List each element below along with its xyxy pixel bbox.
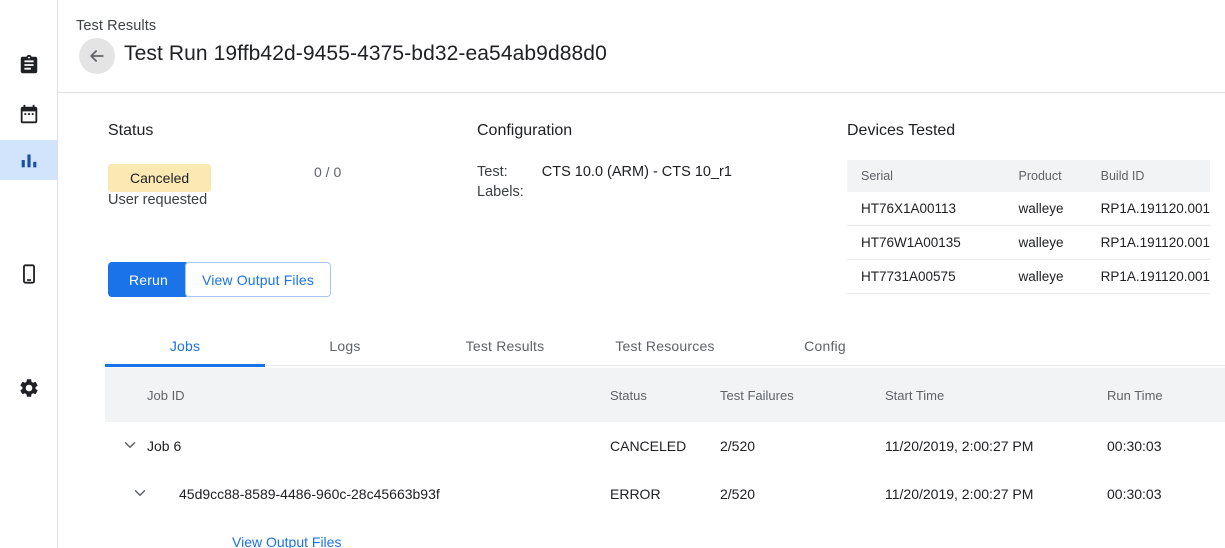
- device-build: RP1A.191120.001: [1087, 192, 1210, 226]
- view-output-files-link[interactable]: View Output Files: [232, 534, 341, 548]
- tab-test-resources[interactable]: Test Resources: [585, 330, 745, 363]
- table-row: HT76X1A00113 walleye RP1A.191120.001: [847, 192, 1210, 226]
- device-serial: HT76X1A00113: [847, 192, 1005, 226]
- device-serial: HT76W1A00135: [847, 226, 1005, 260]
- job-status: CANCELED: [610, 422, 720, 470]
- status-counter: 0 / 0: [314, 164, 341, 180]
- job-attempt-id: 45d9cc88-8589-4486-960c-28c45663b93f: [147, 470, 610, 518]
- job-start-time: 11/20/2019, 2:00:27 PM: [885, 470, 1107, 518]
- bar-chart-icon: [18, 149, 40, 171]
- devices-col-product: Product: [1005, 160, 1087, 192]
- config-key-labels: Labels:: [477, 184, 524, 200]
- view-output-files-button[interactable]: View Output Files: [185, 262, 331, 297]
- tab-config[interactable]: Config: [745, 330, 905, 363]
- jobs-col-job-id: Job ID: [147, 368, 610, 422]
- config-value-labels: [542, 184, 732, 200]
- sidebar: [0, 0, 58, 548]
- config-value-test: CTS 10.0 (ARM) - CTS 10_r1: [542, 164, 732, 180]
- table-row: HT7731A00575 walleye RP1A.191120.001: [847, 260, 1210, 294]
- empty-cell: [610, 518, 720, 548]
- arrow-left-icon: [87, 46, 107, 66]
- main-content: Test Results Test Run 19ffb42d-9455-4375…: [58, 0, 1225, 548]
- device-build: RP1A.191120.001: [1087, 226, 1210, 260]
- configuration-list: Test: CTS 10.0 (ARM) - CTS 10_r1 Labels:: [477, 164, 732, 200]
- job-run-time: 00:30:03: [1107, 470, 1225, 518]
- tab-bar: Jobs Logs Test Results Test Resources Co…: [105, 330, 1225, 363]
- empty-cell: [720, 518, 885, 548]
- device-product: walleye: [1005, 226, 1087, 260]
- empty-cell: [885, 518, 1107, 548]
- sidebar-item-schedules[interactable]: [0, 95, 57, 135]
- expand-toggle-job-6[interactable]: [105, 422, 147, 470]
- devices-col-build: Build ID: [1087, 160, 1210, 192]
- page-header: Test Results Test Run 19ffb42d-9455-4375…: [58, 0, 1225, 93]
- jobs-col-expand-spacer: [105, 368, 147, 422]
- status-detail-text: User requested: [108, 192, 207, 208]
- job-failures: 2/520: [720, 422, 885, 470]
- tab-logs[interactable]: Logs: [265, 330, 425, 363]
- job-failures: 2/520: [720, 470, 885, 518]
- expand-toggle-attempt[interactable]: [105, 470, 147, 518]
- sidebar-item-devices[interactable]: [0, 254, 57, 294]
- job-status: ERROR: [610, 470, 720, 518]
- status-badge: Canceled: [108, 164, 211, 192]
- job-id: Job 6: [147, 422, 610, 470]
- device-product: walleye: [1005, 260, 1087, 294]
- job-run-time: 00:30:03: [1107, 422, 1225, 470]
- sidebar-item-settings[interactable]: [0, 368, 57, 408]
- jobs-table-header-row: Job ID Status Test Failures Start Time R…: [105, 368, 1225, 422]
- empty-cell: [105, 518, 147, 548]
- tabs-divider: [105, 365, 1225, 366]
- tab-test-results[interactable]: Test Results: [425, 330, 585, 363]
- job-start-time: 11/20/2019, 2:00:27 PM: [885, 422, 1107, 470]
- devices-section-title: Devices Tested: [847, 122, 955, 140]
- clipboard-icon: [18, 54, 40, 76]
- breadcrumb: Test Results: [76, 18, 156, 34]
- sidebar-item-test-results[interactable]: [0, 140, 57, 180]
- table-row: View Output Files: [105, 518, 1225, 548]
- status-section-title: Status: [108, 122, 153, 140]
- table-row: HT76W1A00135 walleye RP1A.191120.001: [847, 226, 1210, 260]
- jobs-col-status: Status: [610, 368, 720, 422]
- calendar-icon: [18, 104, 40, 126]
- gear-icon: [18, 377, 40, 399]
- page-title: Test Run 19ffb42d-9455-4375-bd32-ea54ab9…: [124, 42, 607, 66]
- config-key-test: Test:: [477, 164, 524, 180]
- devices-table-header-row: Serial Product Build ID: [847, 160, 1210, 192]
- device-product: walleye: [1005, 192, 1087, 226]
- jobs-col-test-failures: Test Failures: [720, 368, 885, 422]
- app-root: Test Results Test Run 19ffb42d-9455-4375…: [0, 0, 1225, 548]
- device-build: RP1A.191120.001: [1087, 260, 1210, 294]
- tab-jobs[interactable]: Jobs: [105, 330, 265, 363]
- device-serial: HT7731A00575: [847, 260, 1005, 294]
- devices-col-serial: Serial: [847, 160, 1005, 192]
- job-output-files-cell: View Output Files: [147, 518, 610, 548]
- sidebar-item-test-plans[interactable]: [0, 45, 57, 85]
- jobs-col-run-time: Run Time: [1107, 368, 1225, 422]
- jobs-col-start-time: Start Time: [885, 368, 1107, 422]
- table-row[interactable]: 45d9cc88-8589-4486-960c-28c45663b93f ERR…: [105, 470, 1225, 518]
- table-row[interactable]: Job 6 CANCELED 2/520 11/20/2019, 2:00:27…: [105, 422, 1225, 470]
- phone-icon: [18, 263, 40, 285]
- empty-cell: [1107, 518, 1225, 548]
- configuration-section-title: Configuration: [477, 122, 572, 140]
- chevron-down-icon: [131, 484, 149, 502]
- jobs-table: Job ID Status Test Failures Start Time R…: [105, 368, 1225, 548]
- devices-table: Serial Product Build ID HT76X1A00113 wal…: [847, 160, 1210, 294]
- rerun-button[interactable]: Rerun: [108, 262, 189, 297]
- back-button[interactable]: [79, 38, 115, 74]
- chevron-down-icon: [121, 436, 139, 454]
